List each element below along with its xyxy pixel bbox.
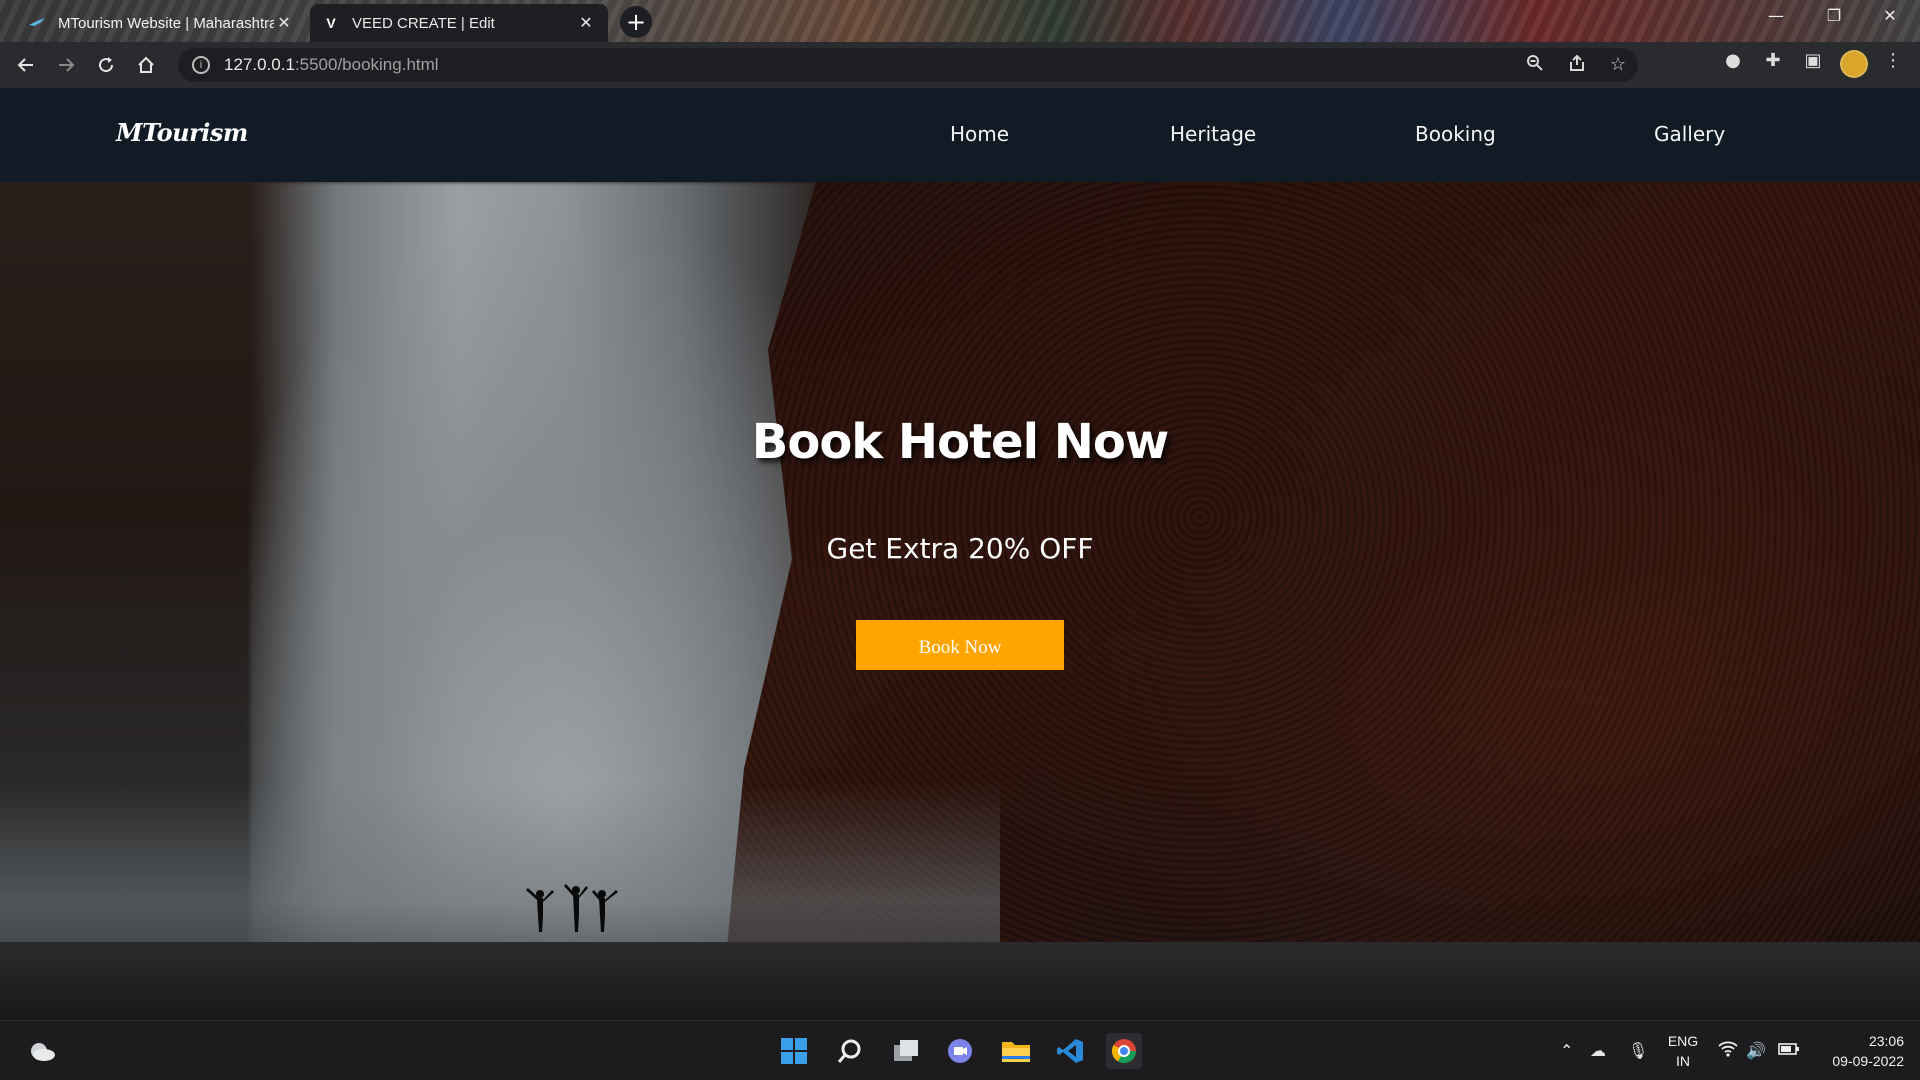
onedrive-error-icon[interactable]: ☁: [1590, 1041, 1606, 1060]
vscode-icon[interactable]: [1052, 1033, 1088, 1069]
website-viewport: MTourism Home Heritage Booking Gallery B…: [0, 88, 1920, 1020]
bird-favicon-icon: [28, 14, 46, 32]
restore-icon[interactable]: ❐: [1814, 6, 1854, 25]
volume-icon[interactable]: 🔊: [1746, 1041, 1766, 1060]
reload-icon[interactable]: [86, 45, 126, 85]
profile-avatar[interactable]: [1840, 50, 1868, 78]
side-panel-icon[interactable]: ▣: [1798, 50, 1828, 71]
close-tab-icon[interactable]: ✕: [274, 13, 294, 33]
show-hidden-icons-chevron-icon[interactable]: ⌃: [1560, 1041, 1573, 1060]
close-tab-icon[interactable]: ✕: [576, 13, 596, 33]
extension-circle-icon[interactable]: ●: [1718, 50, 1748, 71]
new-tab-button[interactable]: +: [620, 6, 652, 38]
language-indicator[interactable]: ENG IN: [1664, 1031, 1702, 1071]
extensions-puzzle-icon[interactable]: ✚: [1758, 50, 1788, 71]
file-explorer-icon[interactable]: [998, 1033, 1034, 1069]
clock[interactable]: 23:06 09-09-2022: [1808, 1031, 1904, 1071]
nav-gallery[interactable]: Gallery: [1654, 122, 1725, 146]
tab-veed[interactable]: V VEED CREATE | Edit ✕: [310, 4, 608, 42]
tab-title: VEED CREATE | Edit: [352, 14, 495, 32]
home-icon[interactable]: [126, 45, 166, 85]
tab-title: MTourism Website | Maharashtra: [58, 14, 274, 32]
wifi-icon[interactable]: [1718, 1041, 1738, 1061]
hero-subtitle: Get Extra 20% OFF: [826, 532, 1094, 565]
tab-mtourism[interactable]: MTourism Website | Maharashtra ✕: [16, 4, 306, 42]
region-code: IN: [1676, 1053, 1690, 1069]
forward-icon[interactable]: [46, 45, 86, 85]
chrome-icon[interactable]: [1106, 1033, 1142, 1069]
language-code: ENG: [1667, 1033, 1699, 1049]
url-host: 127.0.0.1: [224, 55, 295, 74]
search-icon[interactable]: [832, 1033, 868, 1069]
nav-home[interactable]: Home: [950, 122, 1009, 146]
share-icon[interactable]: [1568, 54, 1586, 77]
address-bar[interactable]: i 127.0.0.1:5500/booking.html ☆: [178, 48, 1638, 82]
close-window-icon[interactable]: ✕: [1870, 6, 1910, 25]
bookmark-star-icon[interactable]: ☆: [1610, 54, 1626, 77]
book-now-button[interactable]: Book Now: [856, 620, 1064, 670]
browser-tab-bar: MTourism Website | Maharashtra ✕ V VEED …: [0, 0, 1920, 42]
veed-favicon-icon: V: [326, 15, 336, 31]
weather-icon[interactable]: [24, 1033, 60, 1069]
teams-chat-icon[interactable]: [942, 1033, 978, 1069]
minimize-icon[interactable]: —: [1756, 6, 1796, 25]
url-path: :5500/booking.html: [294, 55, 439, 74]
hero-dark-overlay: [0, 182, 1920, 1020]
site-info-icon[interactable]: i: [192, 56, 210, 74]
clock-date: 09-09-2022: [1832, 1053, 1904, 1069]
nav-booking[interactable]: Booking: [1415, 122, 1496, 146]
hero-title: Book Hotel Now: [751, 414, 1169, 470]
clock-time: 23:06: [1868, 1033, 1904, 1049]
windows-start-icon[interactable]: [776, 1033, 812, 1069]
zoom-icon[interactable]: [1526, 54, 1544, 77]
back-icon[interactable]: [6, 45, 46, 85]
microphone-icon[interactable]: 🎙: [1628, 1041, 1648, 1060]
task-view-icon[interactable]: [888, 1033, 924, 1069]
browser-toolbar: i 127.0.0.1:5500/booking.html ☆ ● ✚ ▣ ⋮: [0, 42, 1920, 88]
site-logo[interactable]: MTourism: [116, 118, 248, 147]
menu-kebab-icon[interactable]: ⋮: [1878, 50, 1908, 71]
nav-heritage[interactable]: Heritage: [1170, 122, 1256, 146]
hero-section: Book Hotel Now Get Extra 20% OFF Book No…: [0, 182, 1920, 1020]
battery-icon[interactable]: [1778, 1041, 1800, 1060]
windows-taskbar: ⌃ ☁ 🎙 ENG IN 🔊 23:06 09-09-2022: [0, 1020, 1920, 1080]
site-navbar: MTourism Home Heritage Booking Gallery: [0, 88, 1920, 182]
